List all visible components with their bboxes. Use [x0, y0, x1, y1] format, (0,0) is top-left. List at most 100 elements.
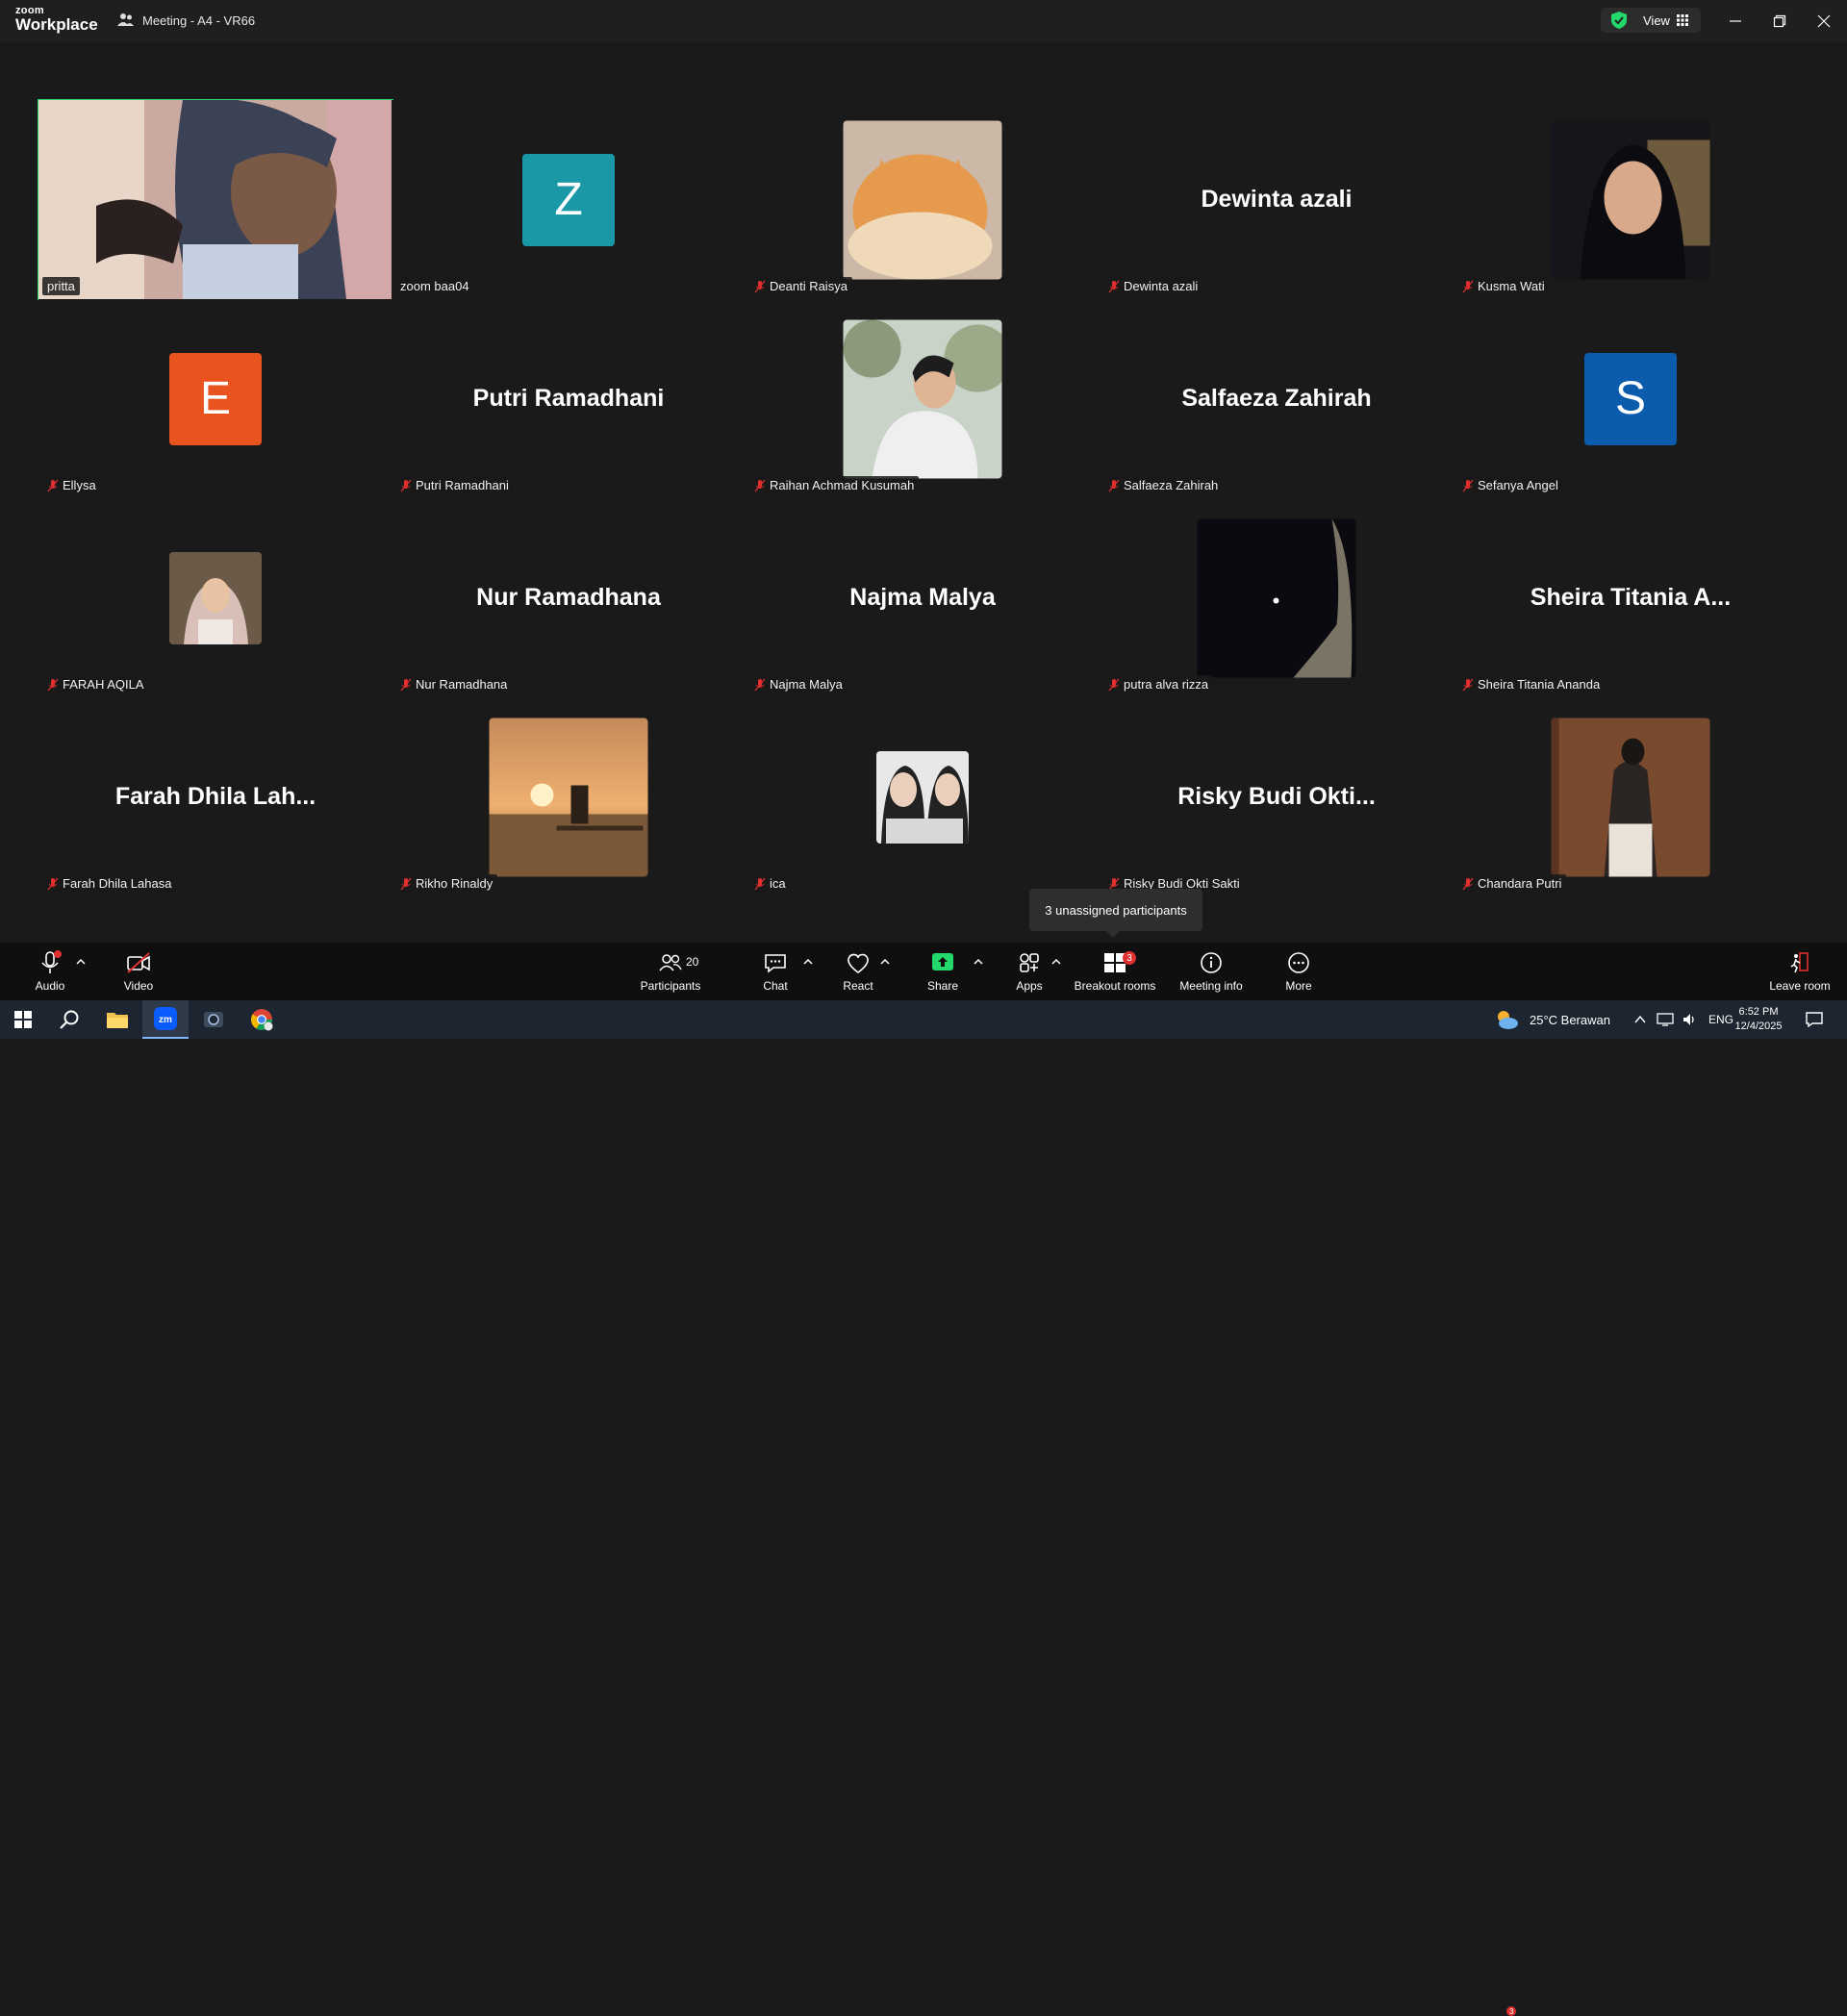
chevron-up-icon[interactable] — [802, 956, 814, 968]
leave-room-button[interactable]: Leave room — [1764, 943, 1835, 1000]
start-button[interactable] — [0, 1000, 46, 1039]
video-tile[interactable]: Z zoom baa04 — [392, 100, 746, 299]
video-tile[interactable]: Chandara Putri — [1454, 697, 1808, 896]
participant-display-name: Najma Malya — [849, 584, 996, 611]
file-explorer-button[interactable] — [94, 1000, 140, 1039]
chevron-up-icon[interactable] — [75, 956, 87, 968]
info-icon — [1201, 952, 1222, 973]
profile-photo — [1551, 120, 1710, 279]
volume-icon[interactable] — [1682, 1012, 1697, 1027]
breakout-rooms-button[interactable]: Breakout rooms — [1072, 943, 1158, 1000]
search-button[interactable] — [46, 1000, 92, 1039]
apps-button[interactable]: Apps — [1000, 943, 1058, 1000]
weather-text: 25°C Berawan — [1530, 1012, 1610, 1027]
camera-app-icon — [204, 1012, 223, 1027]
shield-check-icon — [1611, 12, 1627, 29]
camera-app-button[interactable] — [190, 1000, 237, 1039]
view-button[interactable]: View — [1601, 8, 1701, 33]
video-tile[interactable]: E Ellysa — [38, 299, 392, 498]
notification-icon — [1806, 1012, 1823, 1028]
participant-name-text: putra alva rizza — [1124, 677, 1209, 692]
more-icon — [1288, 952, 1309, 973]
participant-name: pritta — [42, 277, 80, 295]
apps-label: Apps — [1016, 979, 1043, 993]
video-tile[interactable]: Najma Malya Najma Malya — [746, 498, 1100, 697]
video-tile[interactable]: Deanti Raisya — [746, 100, 1100, 299]
participant-name-text: Rikho Rinaldy — [416, 876, 493, 891]
minimize-button[interactable] — [1722, 8, 1749, 35]
video-tile[interactable]: Sheira Titania A... Sheira Titania Anand… — [1454, 498, 1808, 697]
video-tile[interactable]: S Sefanya Angel — [1454, 299, 1808, 498]
chevron-up-icon[interactable] — [973, 956, 984, 968]
audio-button[interactable]: Audio — [21, 943, 79, 1000]
close-button[interactable] — [1810, 8, 1837, 35]
video-tile[interactable]: Putri Ramadhani Putri Ramadhani — [392, 299, 746, 498]
svg-text:zm: zm — [159, 1015, 172, 1025]
participant-name-text: Sefanya Angel — [1478, 478, 1558, 492]
video-tile[interactable]: ica — [746, 697, 1100, 896]
video-tile[interactable]: Nur Ramadhana Nur Ramadhana — [392, 498, 746, 697]
participant-name: Dewinta azali — [1103, 277, 1203, 295]
video-tile[interactable]: Rikho Rinaldy — [392, 697, 746, 896]
participant-display-name: Putri Ramadhani — [472, 385, 665, 412]
mic-muted-icon — [754, 479, 766, 491]
video-tile[interactable]: pritta — [38, 99, 393, 300]
participants-button[interactable]: Participants — [635, 943, 706, 1000]
participant-name-text: ica — [770, 876, 786, 891]
video-tile[interactable]: Kusma Wati — [1454, 100, 1808, 299]
weather-cloud-icon — [1498, 1011, 1518, 1029]
share-button[interactable]: Share — [914, 943, 972, 1000]
video-tile[interactable]: Farah Dhila Lah... Farah Dhila Lahasa — [38, 697, 392, 896]
participant-name-text: Kusma Wati — [1478, 279, 1545, 293]
participant-name-text: pritta — [47, 279, 75, 293]
zoom-taskbar-button[interactable]: zm — [142, 1000, 189, 1039]
video-tile[interactable]: Raihan Achmad Kusumah — [746, 299, 1100, 498]
tooltip-text: 3 unassigned participants — [1045, 902, 1187, 918]
title-bar: zoom Workplace Meeting - A4 - VR66 View — [0, 0, 1847, 42]
participant-name-text: Sheira Titania Ananda — [1478, 677, 1601, 692]
participant-name: Chandara Putri — [1457, 874, 1567, 893]
participant-name: Kusma Wati — [1457, 277, 1550, 295]
network-icon[interactable] — [1657, 1012, 1674, 1027]
chrome-button[interactable] — [239, 1000, 285, 1039]
chevron-up-icon[interactable] — [879, 956, 891, 968]
zoom-logo: zoom Workplace — [15, 6, 98, 34]
breakout-badge: 3 — [1123, 951, 1136, 965]
mic-muted-icon — [47, 479, 59, 491]
video-tile[interactable]: Salfaeza Zahirah Salfaeza Zahirah — [1100, 299, 1454, 498]
chat-label: Chat — [763, 979, 788, 993]
participant-display-name: Risky Budi Okti... — [1177, 783, 1376, 810]
apps-icon — [1020, 953, 1039, 972]
react-button[interactable]: React — [829, 943, 887, 1000]
more-button[interactable]: More — [1270, 943, 1328, 1000]
mic-muted-icon — [754, 678, 766, 691]
chevron-up-icon[interactable] — [1050, 956, 1062, 968]
chevron-up-icon[interactable] — [1633, 1013, 1647, 1026]
chat-button[interactable]: Chat — [746, 943, 804, 1000]
participant-name: Rikho Rinaldy — [395, 874, 498, 893]
video-tile[interactable]: FARAH AQILA — [38, 498, 392, 697]
participant-name: Nur Ramadhana — [395, 675, 513, 693]
participant-name-text: Najma Malya — [770, 677, 843, 692]
meeting-info-button[interactable]: Meeting info — [1174, 943, 1249, 1000]
participant-name: Raihan Achmad Kusumah — [749, 476, 920, 494]
weather-widget[interactable]: 25°C Berawan — [1493, 1000, 1610, 1039]
notifications-button[interactable] — [1791, 1000, 1837, 1039]
leave-door-icon — [1790, 952, 1809, 973]
participants-icon — [659, 954, 682, 971]
video-tile[interactable]: putra alva rizza — [1100, 498, 1454, 697]
video-tile[interactable]: Dewinta azali Dewinta azali — [1100, 100, 1454, 299]
video-button[interactable]: Video — [110, 943, 167, 1000]
video-label: Video — [123, 979, 154, 993]
meeting-title[interactable]: Meeting - A4 - VR66 — [117, 12, 255, 29]
participant-name-text: Chandara Putri — [1478, 876, 1562, 891]
video-tile[interactable]: Risky Budi Okti... Risky Budi Okti Sakti — [1100, 697, 1454, 896]
participant-name-text: Salfaeza Zahirah — [1124, 478, 1219, 492]
view-label: View — [1643, 13, 1670, 28]
restore-button[interactable] — [1766, 8, 1793, 35]
mic-muted-icon — [47, 678, 59, 691]
participant-name-text: Farah Dhila Lahasa — [63, 876, 172, 891]
avatar-initial: Z — [554, 174, 583, 225]
folder-icon — [107, 1013, 128, 1028]
breakout-rooms-label: Breakout rooms — [1074, 979, 1156, 993]
